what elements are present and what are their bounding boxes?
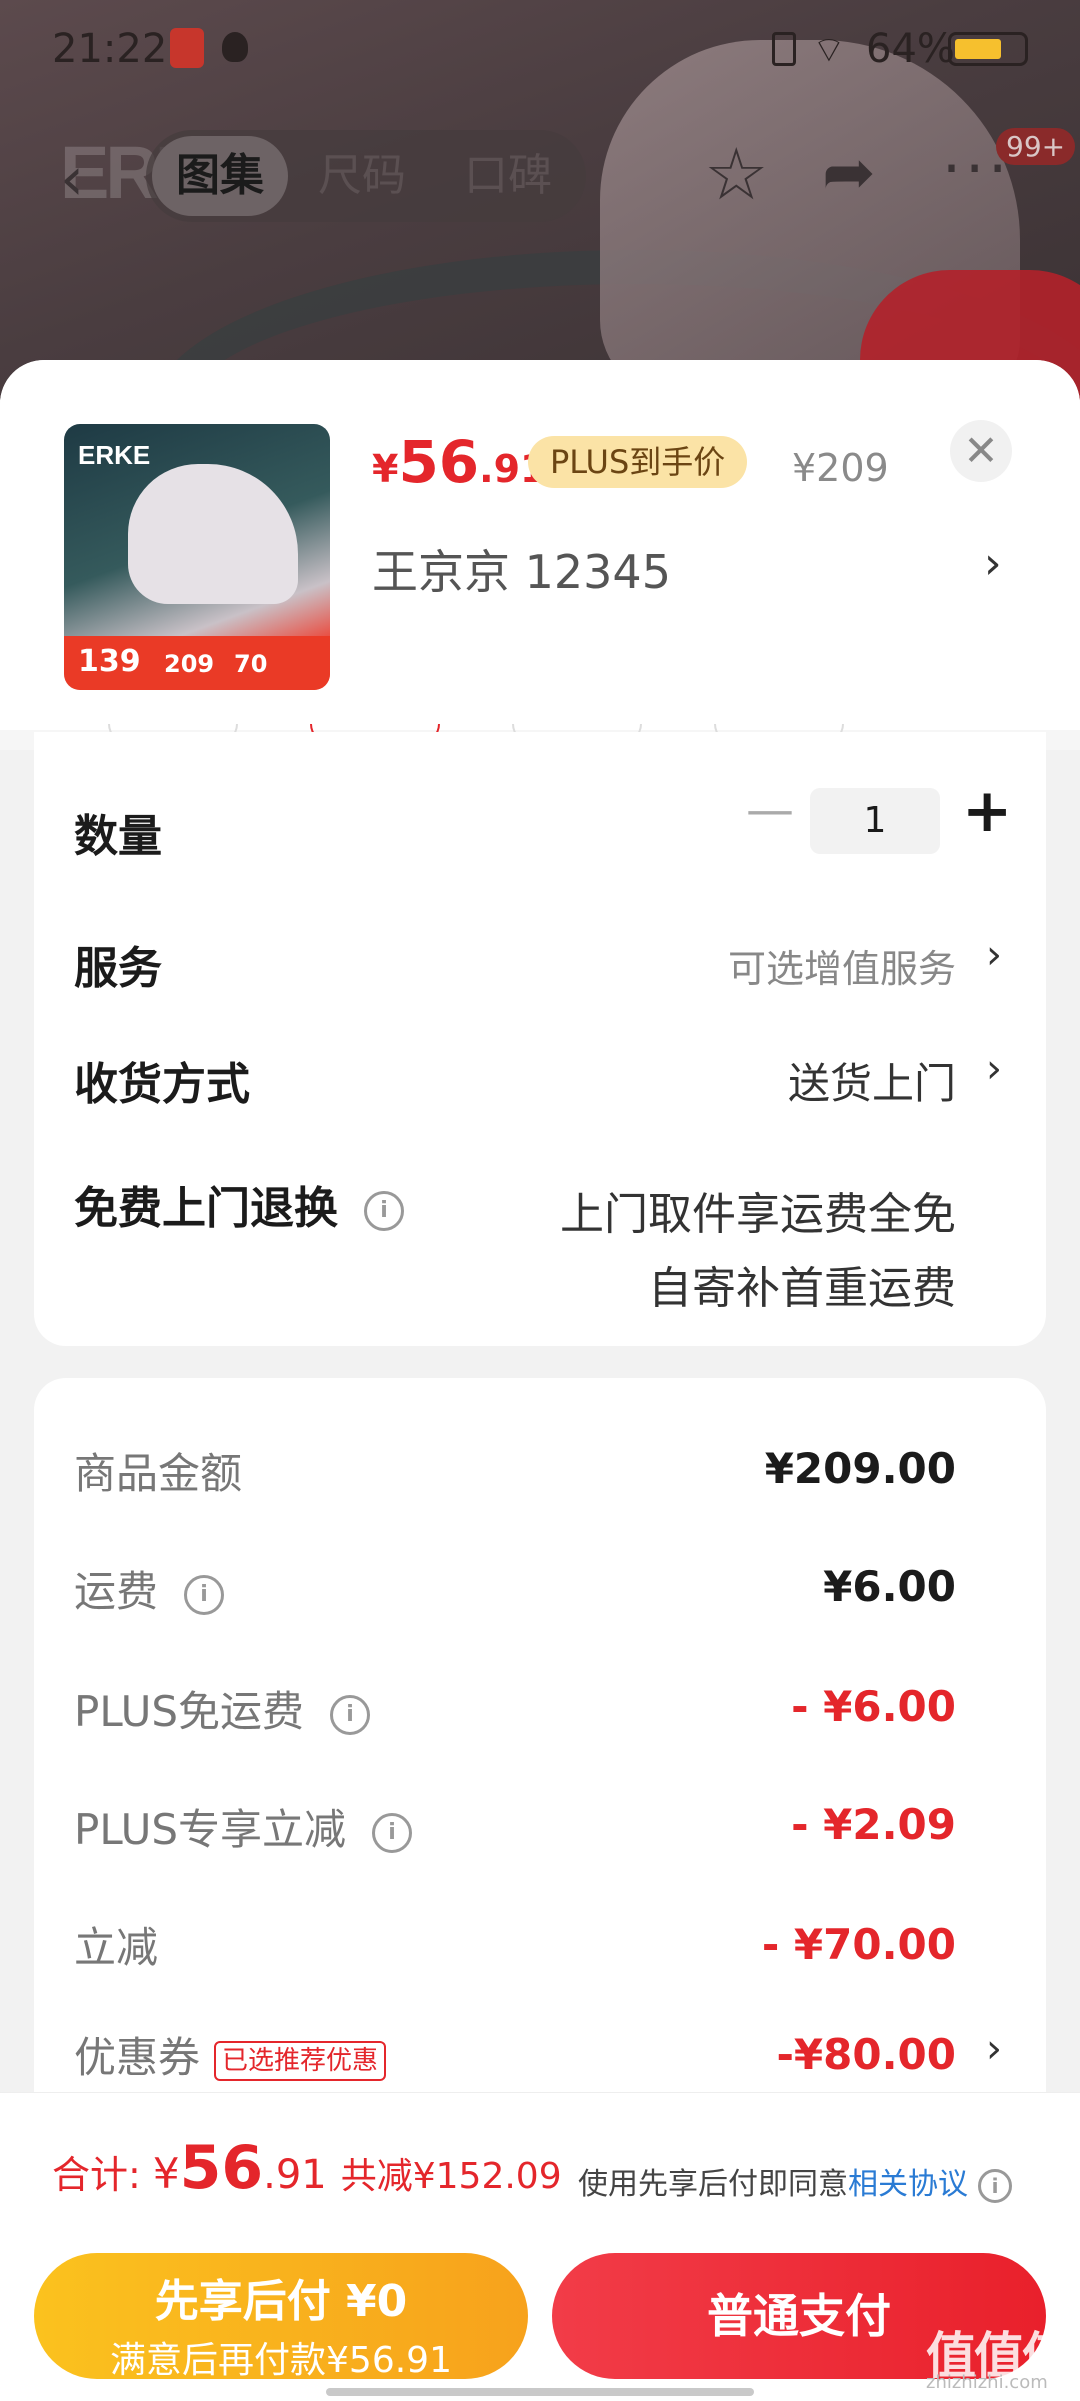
status-time: 21:22	[52, 26, 168, 72]
free-return-text: 免费上门退换	[74, 1183, 338, 1234]
order-total: 合计: ¥56.91 共减¥152.09	[52, 2133, 562, 2203]
product-gallery-background: ERKE 21:22 ⌔ 64% ‹ 图集 尺码 口碑 ☆ ➦ ··· 99+	[0, 0, 1080, 400]
fee-value: - ¥2.09	[791, 1800, 956, 1849]
fee-label-text: 运费	[74, 1567, 159, 1616]
total-integer: 56	[179, 2133, 264, 2203]
free-return-line-1: 上门取件享运费全免	[560, 1189, 956, 1240]
free-return-label: 免费上门退换 i	[74, 1172, 404, 1236]
fee-value: ¥209.00	[764, 1444, 956, 1493]
info-icon[interactable]: i	[372, 1812, 413, 1853]
total-saved: 共减¥152.09	[340, 2156, 562, 2197]
chevron-right-icon[interactable]: ›	[986, 1046, 1002, 1092]
thumb-promo-bar: 139 209 70	[64, 636, 330, 690]
fee-value: - ¥70.00	[761, 1920, 956, 1969]
thumb-discount: 70	[234, 650, 268, 678]
fee-label: 立减	[74, 1914, 158, 1975]
service-value[interactable]: 可选增值服务	[728, 938, 956, 993]
app-notification-icon	[170, 28, 204, 68]
coupon-label[interactable]: 优惠券 已选推荐优惠	[74, 2024, 387, 2085]
quantity-decrease-button[interactable]: —	[746, 782, 794, 838]
price-integer: 56	[398, 428, 480, 496]
sku-header: ERKE 139 209 70 ¥56.91 PLUS到手价 ¥209 ✕ 王京…	[0, 360, 1080, 730]
price-breakdown-card: 商品金额 ¥209.00 运费 i ¥6.00 PLUS免运费 i - ¥6.00 …	[34, 1378, 1046, 2178]
back-arrow-icon[interactable]: ‹	[60, 144, 84, 214]
tab-reviews[interactable]: 口碑	[464, 130, 552, 222]
fee-label: 运费 i	[74, 1558, 225, 1619]
chevron-right-icon[interactable]: ›	[986, 2026, 1002, 2072]
close-icon[interactable]: ✕	[950, 420, 1012, 482]
home-indicator[interactable]	[326, 2388, 754, 2396]
info-icon[interactable]: i	[184, 1574, 225, 1615]
service-label: 服务	[74, 943, 162, 994]
options-card: 数量 — 1 + 服务 可选增值服务 › 收货方式 送货上门 › 免费上门退换 i…	[34, 732, 1046, 1346]
watermark-url: zhizhizhi.com	[926, 2372, 1048, 2393]
fee-label: PLUS专享立减 i	[74, 1796, 413, 1857]
price-currency: ¥	[372, 447, 399, 491]
coupon-value[interactable]: -¥80.00	[776, 2030, 956, 2079]
thumb-price: 139	[78, 644, 141, 679]
info-icon[interactable]: i	[978, 2168, 1012, 2203]
fee-label: 商品金额	[74, 1440, 242, 1501]
free-return-line-2: 自寄补首重运费	[648, 1263, 956, 1314]
fee-label-text: PLUS免运费	[74, 1687, 305, 1736]
pay-later-button[interactable]: 先享后付 ¥0 满意后再付款¥56.91	[34, 2253, 528, 2381]
fee-label-text: PLUS专享立减	[74, 1805, 347, 1854]
tab-size[interactable]: 尺码	[318, 130, 406, 222]
top-nav: ‹ 图集 尺码 口碑 ☆ ➦ ··· 99+	[0, 120, 1080, 230]
fee-label-text: 立减	[74, 1923, 159, 1972]
qq-notification-icon	[222, 32, 248, 62]
fee-label-text: 商品金额	[74, 1449, 243, 1498]
agreement-prefix: 使用先享后付即同意	[578, 2167, 848, 2202]
fee-value: ¥6.00	[823, 1562, 956, 1611]
sku-thumbnail[interactable]: ERKE 139 209 70	[64, 424, 330, 690]
chevron-right-icon[interactable]: ›	[986, 932, 1002, 978]
tab-gallery[interactable]: 图集	[152, 136, 288, 216]
chevron-right-icon[interactable]: ›	[984, 538, 1002, 589]
pay-later-subtitle: 满意后再付款¥56.91	[110, 2340, 452, 2381]
favorite-star-icon[interactable]: ☆	[704, 132, 769, 216]
quantity-increase-button[interactable]: +	[962, 776, 1012, 846]
coupon-recommended-tag: 已选推荐优惠	[214, 2040, 387, 2081]
wifi-icon: ⌔	[812, 30, 846, 71]
quantity-label: 数量	[74, 811, 162, 862]
shipping-address[interactable]: 王京京 12345	[372, 536, 671, 602]
sim-icon	[772, 32, 796, 66]
info-icon[interactable]: i	[364, 1191, 404, 1231]
thumb-brand: ERKE	[78, 440, 151, 470]
agreement-link[interactable]: 相关协议	[848, 2167, 968, 2202]
battery-icon	[948, 32, 1028, 66]
total-decimal: .91	[263, 2152, 327, 2198]
battery-percent: 64%	[866, 26, 955, 72]
gallery-tabs: 图集 尺码 口碑	[146, 130, 586, 222]
checkout-footer: 合计: ¥56.91 共减¥152.09 使用先享后付即同意相关协议 i 先享后付 …	[0, 2092, 1080, 2401]
delivery-value[interactable]: 送货上门	[788, 1050, 956, 1111]
plus-price-tag: PLUS到手价	[528, 436, 748, 488]
info-icon[interactable]: i	[330, 1694, 371, 1735]
current-price: ¥56.91	[372, 428, 547, 496]
total-label: 合计:	[52, 2153, 153, 2197]
message-count-badge: 99+	[996, 128, 1076, 165]
fee-value: - ¥6.00	[791, 1682, 956, 1731]
thumb-original: 209	[164, 650, 215, 678]
original-price: ¥209	[792, 446, 889, 490]
share-icon[interactable]: ➦	[822, 136, 876, 210]
fee-label: PLUS免运费 i	[74, 1678, 371, 1739]
site-watermark: 值值值 zhizhizhi.com	[926, 2316, 1072, 2393]
thumb-shoe-image	[128, 464, 298, 604]
status-bar: 21:22 ⌔ 64%	[0, 0, 1080, 100]
pay-later-title: 先享后付 ¥0	[154, 2276, 408, 2327]
delivery-label: 收货方式	[74, 1059, 250, 1110]
agreement-text: 使用先享后付即同意相关协议 i	[578, 2159, 1012, 2203]
quantity-input[interactable]: 1	[810, 788, 940, 854]
total-currency: ¥	[152, 2149, 180, 2198]
fee-label-text: 优惠券	[74, 2033, 201, 2082]
